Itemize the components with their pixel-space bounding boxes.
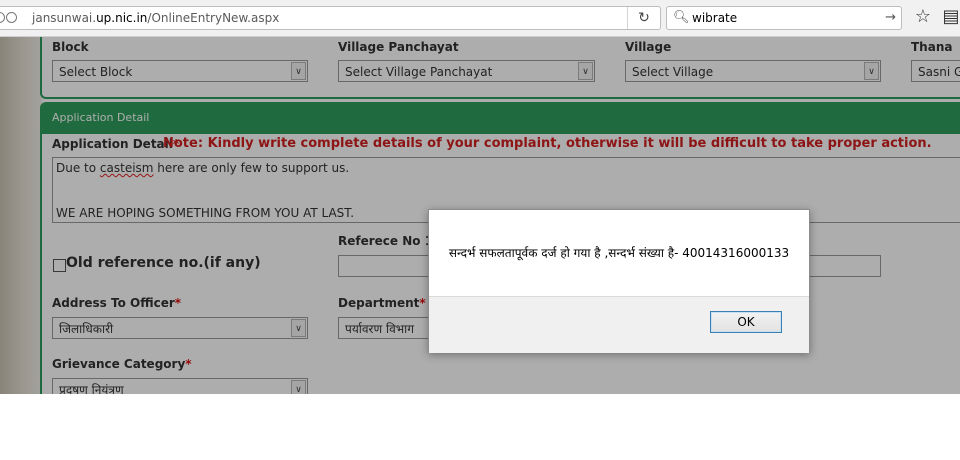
address-bar[interactable]: jansunwai.up.nic.in/OnlineEntryNew.aspx … (0, 6, 661, 30)
search-icon: 🔍︎ (673, 10, 690, 25)
dialog-footer: OK (429, 296, 809, 353)
site-info-icon[interactable] (6, 12, 17, 23)
search-bar[interactable]: 🔍︎ wibrate → (666, 6, 902, 30)
reload-icon[interactable]: ↻ (627, 7, 660, 29)
bookmark-star-icon[interactable]: ☆ (912, 6, 934, 28)
url-text[interactable]: jansunwai.up.nic.in/OnlineEntryNew.aspx (32, 7, 279, 29)
search-go-icon[interactable]: → (885, 7, 896, 29)
reading-list-icon[interactable]: ▤ (940, 6, 960, 28)
search-input[interactable]: wibrate (692, 7, 737, 29)
browser-toolbar: jansunwai.up.nic.in/OnlineEntryNew.aspx … (0, 0, 960, 37)
ok-button[interactable]: OK (710, 311, 782, 333)
back-icon[interactable] (0, 12, 5, 23)
dialog-message: सन्दर्भ सफलतापूर्वक दर्ज हो गया है ,सन्द… (448, 246, 790, 260)
alert-dialog: सन्दर्भ सफलतापूर्वक दर्ज हो गया है ,सन्द… (428, 209, 810, 353)
